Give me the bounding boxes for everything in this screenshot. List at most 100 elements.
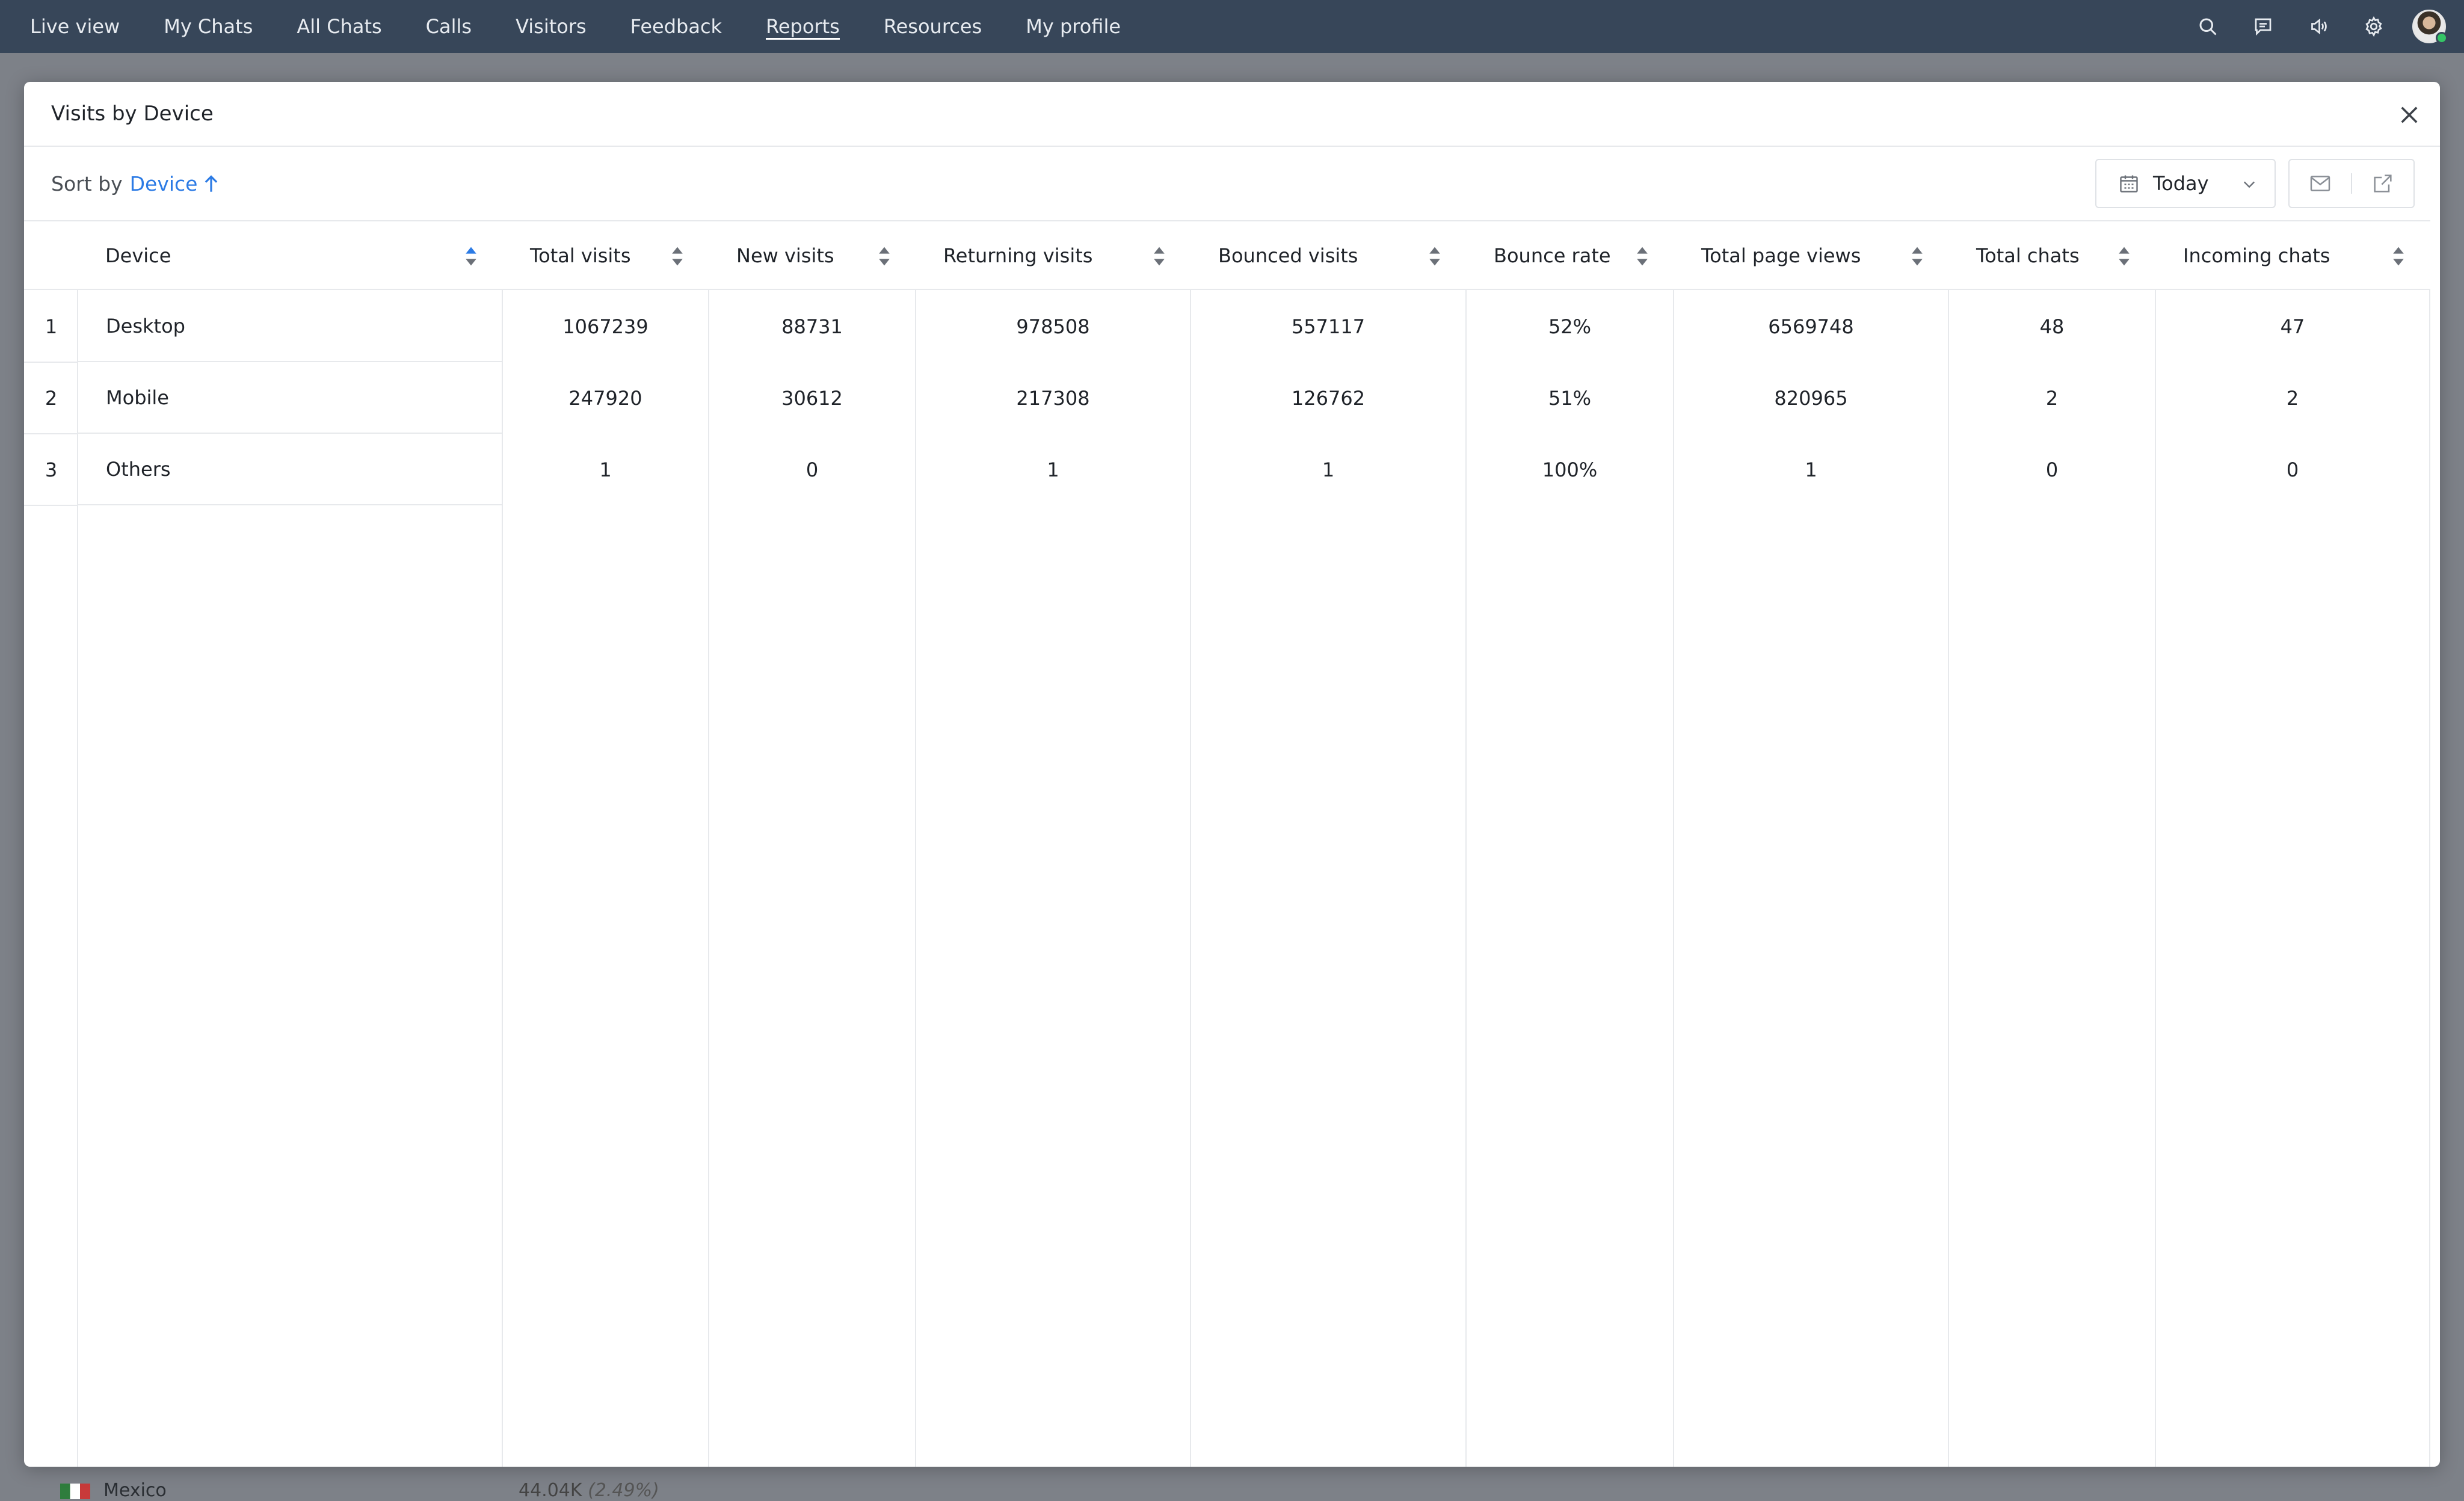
sort-icon[interactable] (878, 245, 891, 267)
sort-by-value: Device (129, 171, 198, 196)
table-cell: 0 (805, 458, 819, 481)
tab-visitors[interactable]: Visitors (516, 0, 587, 53)
modal-header: Visits by Device (24, 82, 2440, 147)
sort-icon[interactable] (1153, 245, 1166, 267)
calendar-icon (2120, 175, 2138, 193)
sort-icon[interactable] (1636, 245, 1649, 267)
table-cell: 2 (2286, 387, 2299, 410)
sort-icon[interactable] (1911, 245, 1924, 267)
column-header-label: Incoming chats (2183, 244, 2330, 267)
table-cell: 126762 (1291, 387, 1366, 410)
tab-all-chats[interactable]: All Chats (297, 0, 381, 53)
table-cell: 0 (2045, 458, 2059, 481)
column-header-returning-visits[interactable]: Returning visits (916, 221, 1190, 290)
table-cell: 0 (2286, 458, 2299, 481)
column-header-device[interactable]: Device (78, 221, 502, 290)
table-cell: 51% (1548, 387, 1592, 410)
gear-icon[interactable] (2361, 13, 2387, 40)
column-header-total-page-views[interactable]: Total page views (1674, 221, 1948, 290)
table-cell: 100% (1542, 458, 1598, 481)
close-icon (2401, 106, 2418, 123)
country-name: Mexico (103, 1480, 167, 1501)
table-cell: 1 (599, 458, 612, 481)
column-header-label: Total visits (530, 244, 631, 267)
column-header-label: Bounced visits (1218, 244, 1358, 267)
column-header-label: Device (105, 244, 171, 267)
report-toolbar: Sort by Device Today (24, 147, 2440, 220)
column-divider (2429, 220, 2430, 1467)
table-cell: 1 (1322, 458, 1335, 481)
column-header-label: Bounce rate (1494, 244, 1611, 267)
sort-icon-active[interactable] (464, 245, 478, 267)
table-cell: 52% (1548, 315, 1592, 338)
email-report-button[interactable] (2290, 160, 2351, 207)
country-value: 44.04K (519, 1480, 582, 1501)
chat-bubble-icon[interactable] (2250, 13, 2276, 40)
table-header: Device Total visits New visits Returning… (24, 220, 2430, 290)
avatar[interactable] (2412, 10, 2448, 44)
report-actions (2288, 159, 2415, 208)
sort-icon[interactable] (1428, 245, 1441, 267)
date-range-picker[interactable]: Today (2095, 159, 2276, 208)
sort-icon[interactable] (671, 245, 684, 267)
table-row-device[interactable]: Desktop (78, 291, 503, 362)
column-header-new-visits[interactable]: New visits (709, 221, 915, 290)
tab-my-chats[interactable]: My Chats (164, 0, 253, 53)
speaker-icon[interactable] (2305, 13, 2332, 40)
column-header-label: Total page views (1701, 244, 1861, 267)
nav-tabs: Live view My Chats All Chats Calls Visit… (0, 0, 1165, 53)
table-cell: 6569748 (1768, 315, 1854, 338)
tab-reports[interactable]: Reports (766, 0, 840, 53)
mail-icon (2310, 176, 2330, 191)
top-navigation: Live view My Chats All Chats Calls Visit… (0, 0, 2464, 53)
row-divider (24, 505, 78, 506)
visits-by-device-modal: Visits by Device Sort by Device Today De… (24, 82, 2440, 1467)
visits-table: Device Total visits New visits Returning… (24, 220, 2440, 1467)
table-cell: 48 (2039, 315, 2065, 338)
column-header-label: Total chats (1976, 244, 2080, 267)
country-visits: 44.04K (2.49%) (519, 1480, 659, 1501)
column-header-incoming-chats[interactable]: Incoming chats (2156, 221, 2429, 290)
table-row-device[interactable]: Mobile (78, 363, 503, 434)
table-cell: 217308 (1016, 387, 1090, 410)
table-cell: 47 (2280, 315, 2305, 338)
table-cell: 820965 (1774, 387, 1848, 410)
table-cell: 247920 (568, 387, 642, 410)
table-cell: 2 (2045, 387, 2059, 410)
table-cell: 557117 (1291, 315, 1366, 338)
table-cell: 1 (1047, 458, 1059, 481)
column-header-label: New visits (736, 244, 834, 267)
row-number: 2 (45, 387, 58, 410)
table-cell: 30612 (781, 387, 843, 410)
table-cell: 1 (1805, 458, 1817, 481)
tab-live-view[interactable]: Live view (30, 0, 120, 53)
table-cell: 88731 (781, 315, 843, 338)
sort-icon[interactable] (2392, 245, 2405, 267)
arrow-up-icon (205, 175, 218, 192)
row-number: 3 (45, 458, 58, 481)
nav-actions (2166, 0, 2448, 53)
table-row-device[interactable]: Others (78, 434, 503, 505)
export-icon (2374, 174, 2392, 193)
export-report-button[interactable] (2352, 160, 2413, 207)
column-header-total-visits[interactable]: Total visits (503, 221, 708, 290)
tab-calls[interactable]: Calls (426, 0, 472, 53)
column-header-bounce-rate[interactable]: Bounce rate (1467, 221, 1673, 290)
sort-by-dropdown[interactable]: Device (130, 172, 221, 196)
column-header-total-chats[interactable]: Total chats (1949, 221, 2155, 290)
country-percent: (2.49%) (588, 1480, 659, 1501)
flag-icon (60, 1483, 90, 1499)
search-icon[interactable] (2194, 13, 2221, 40)
sort-icon[interactable] (2118, 245, 2131, 267)
table-cell: 978508 (1016, 315, 1090, 338)
row-number: 1 (45, 315, 58, 338)
column-header-label: Returning visits (943, 244, 1093, 267)
tab-my-profile[interactable]: My profile (1026, 0, 1121, 53)
tab-feedback[interactable]: Feedback (630, 0, 722, 53)
close-button[interactable] (2397, 102, 2422, 128)
chevron-down-icon (2244, 181, 2255, 188)
table-cell: 1067239 (562, 315, 648, 338)
background-country-row: Mexico 44.04K (2.49%) (60, 1480, 659, 1501)
tab-resources[interactable]: Resources (884, 0, 982, 53)
column-header-bounced-visits[interactable]: Bounced visits (1191, 221, 1465, 290)
